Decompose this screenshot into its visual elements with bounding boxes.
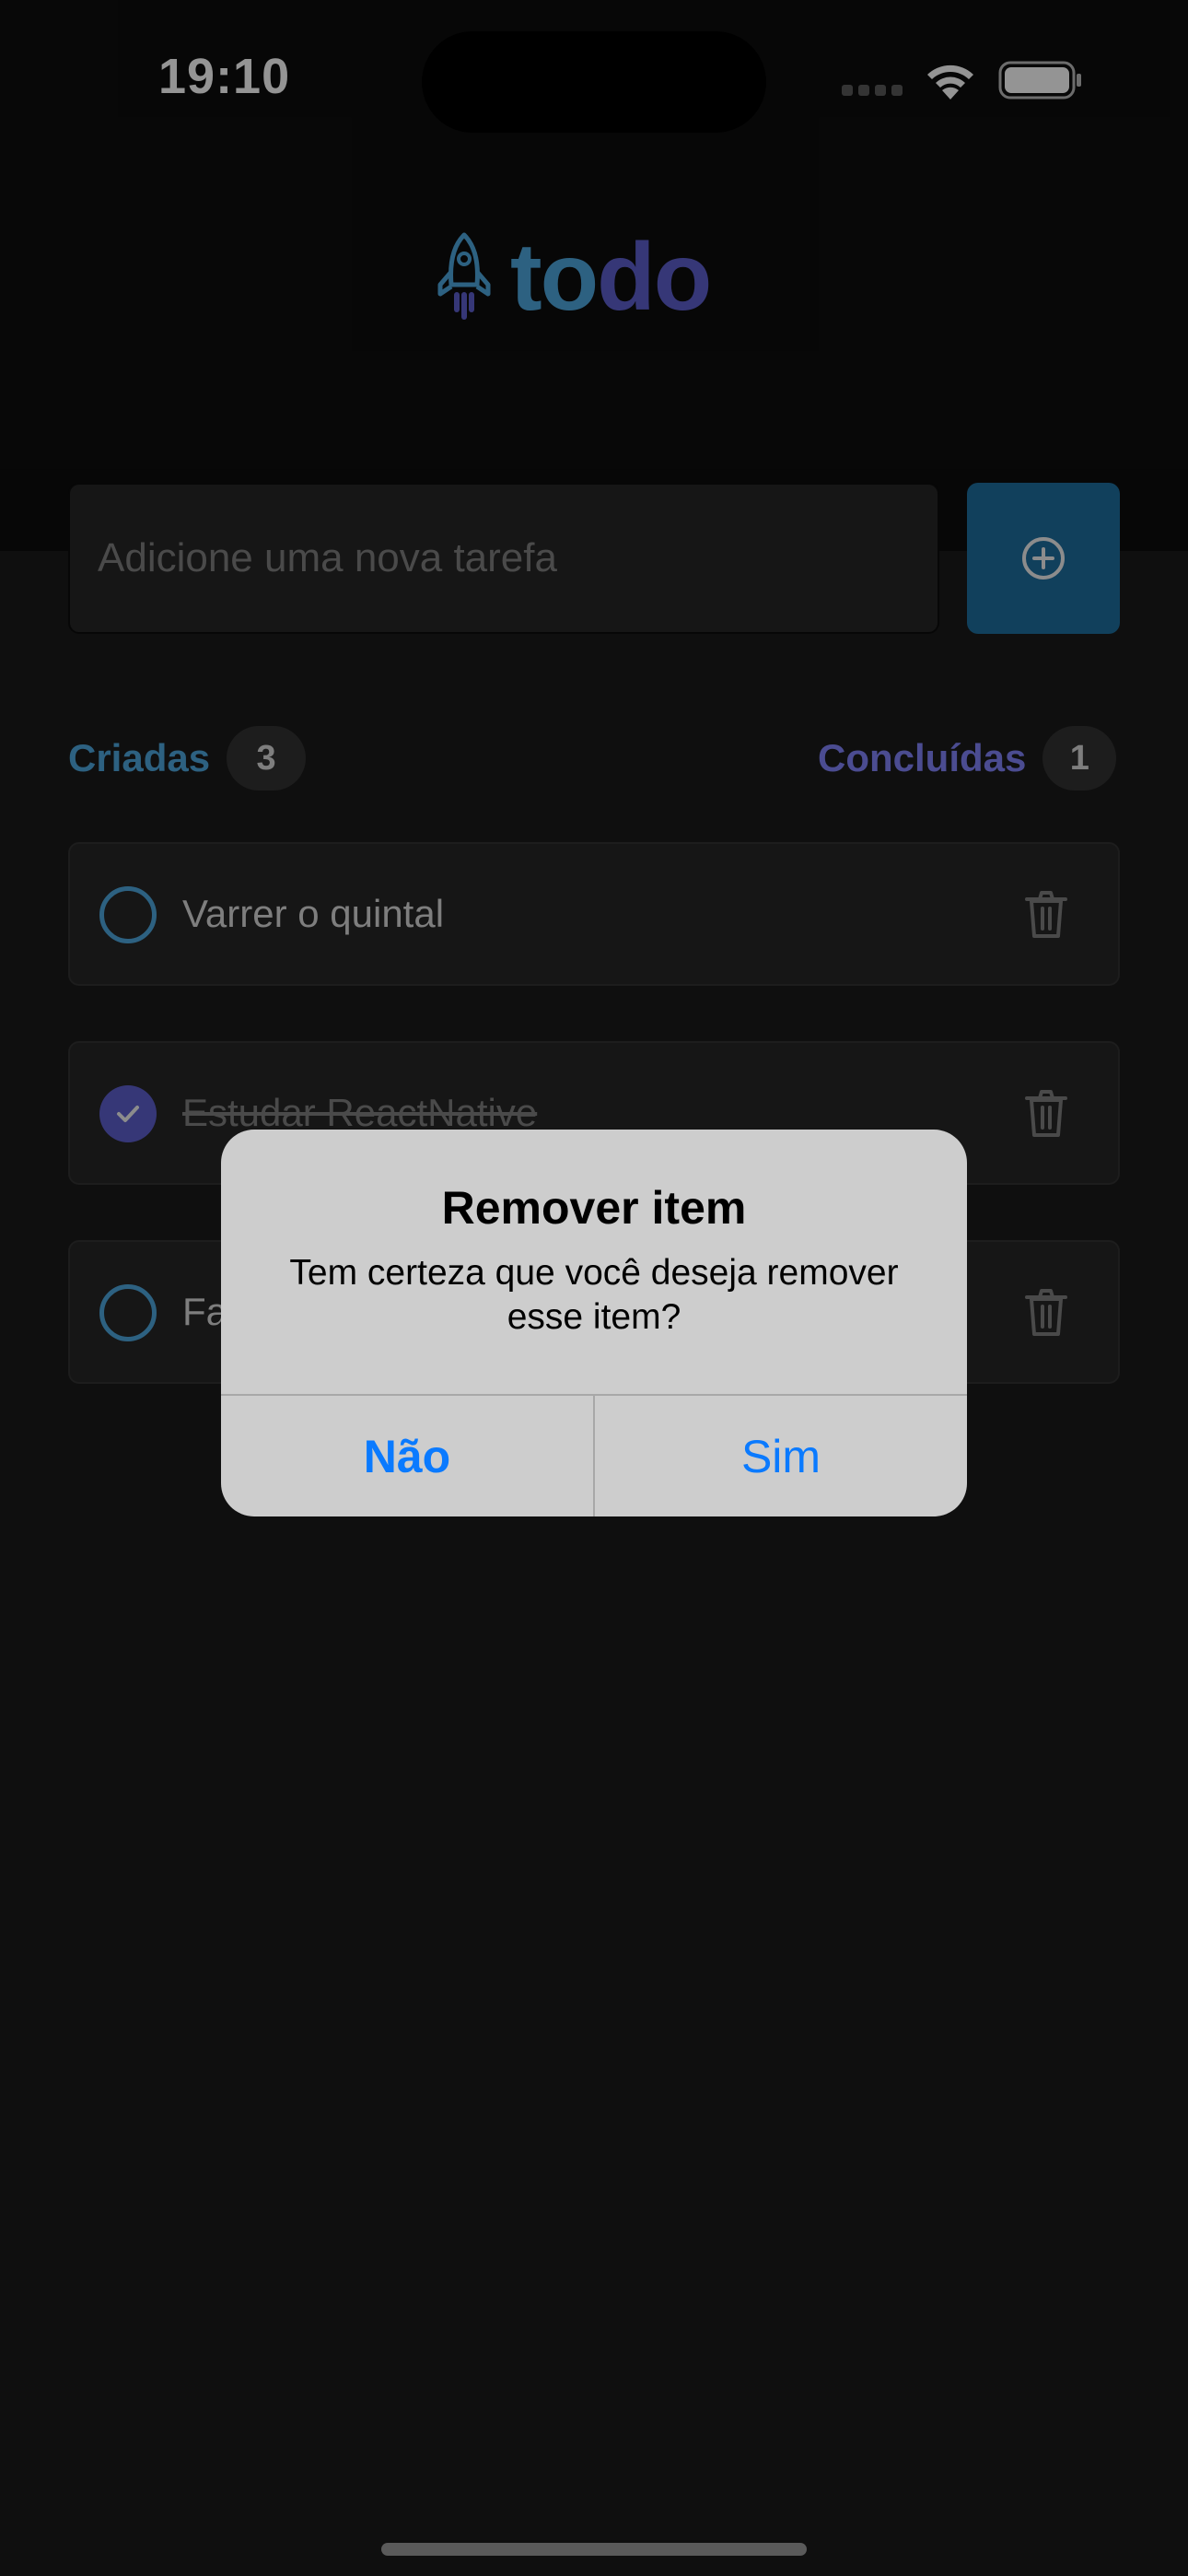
- alert-message: Tem certeza que você deseja remover esse…: [289, 1253, 899, 1337]
- alert-title: Remover item: [441, 1182, 747, 1234]
- home-indicator[interactable]: [381, 2543, 807, 2556]
- remove-item-alert: Remover item Tem certeza que você deseja…: [221, 1130, 967, 1516]
- alert-confirm-button[interactable]: Sim: [595, 1396, 967, 1516]
- alert-cancel-button[interactable]: Não: [221, 1396, 593, 1516]
